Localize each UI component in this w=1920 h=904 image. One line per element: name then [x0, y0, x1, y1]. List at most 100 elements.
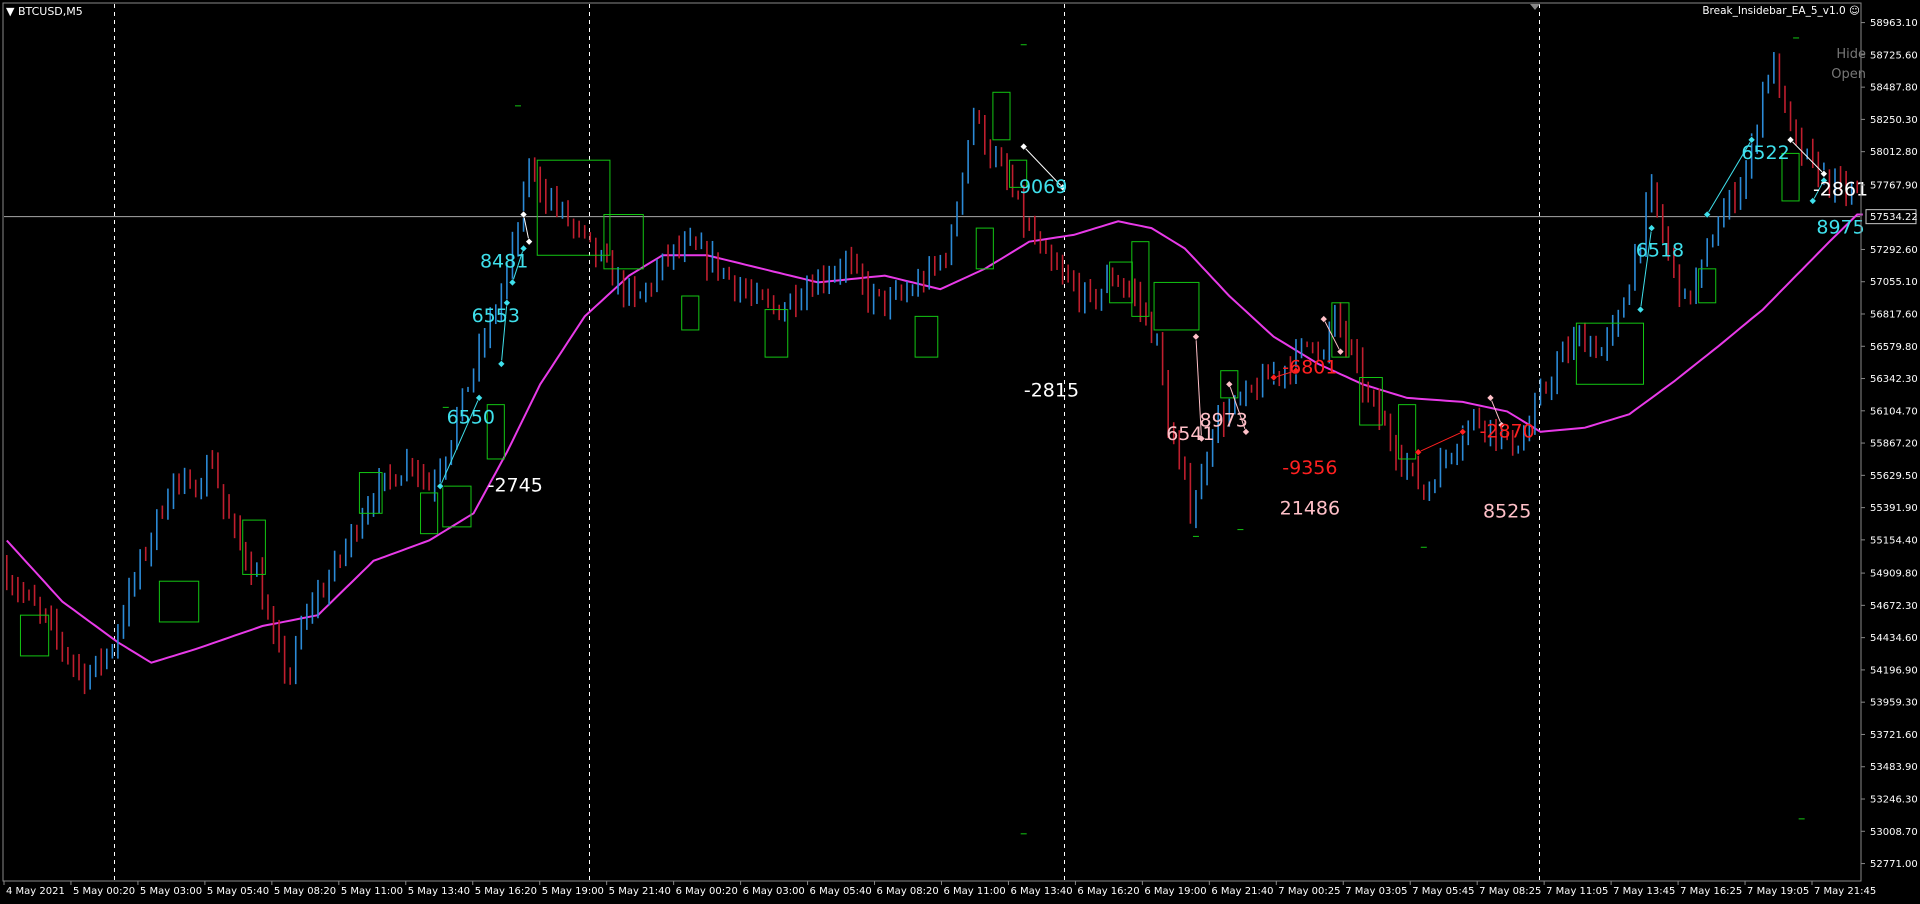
- dropdown-triangle-icon[interactable]: ▼: [6, 5, 14, 18]
- time-tick-label: 5 May 19:00: [542, 886, 604, 897]
- moving-average-layer: [6, 213, 1863, 664]
- price-tick-label: 57292.60: [1870, 245, 1918, 256]
- time-tick-label: 7 May 08:25: [1479, 886, 1541, 897]
- price-tick-label: 54672.30: [1870, 601, 1918, 612]
- trade-profit-label: 8973: [1200, 409, 1248, 431]
- trade-profit-label: -2745: [488, 475, 543, 497]
- inside-bar-box: [1575, 322, 1645, 385]
- trade-profit-label: 21486: [1280, 498, 1340, 520]
- ea-name: Break_Insidebar_EA_5_v1.0: [1702, 5, 1846, 17]
- trade-profit-label: -2870: [1480, 420, 1535, 442]
- inside-bar-box: [975, 227, 994, 270]
- open-button[interactable]: Open: [1831, 67, 1866, 82]
- price-tick-label: 55629.50: [1870, 471, 1918, 482]
- price-tick-label: 58250.30: [1870, 115, 1918, 126]
- time-tick-label: 6 May 03:00: [743, 886, 805, 897]
- time-tick-label: 5 May 08:20: [274, 886, 336, 897]
- time-tick-label: 5 May 03:00: [140, 886, 202, 897]
- price-tick-label: 53483.90: [1870, 762, 1918, 773]
- trade-profit-label: 6518: [1636, 240, 1684, 262]
- price-tick-label: 58725.60: [1870, 50, 1918, 61]
- price-tick-label: 53246.30: [1870, 795, 1918, 806]
- hide-button[interactable]: Hide: [1836, 47, 1866, 62]
- inside-bar-box: [158, 580, 200, 623]
- price-tick-label: 54196.90: [1870, 665, 1918, 676]
- inside-bar-box: [536, 159, 611, 256]
- candles-layer: [5, 52, 1859, 695]
- time-tick-label: 7 May 16:25: [1680, 886, 1742, 897]
- trade-marker: [1192, 332, 1200, 341]
- time-tick-label: 4 May 2021: [6, 886, 65, 897]
- expert-advisor-label[interactable]: Break_Insidebar_EA_5_v1.0 ☺: [1702, 5, 1860, 17]
- time-tick-label: 5 May 16:20: [475, 886, 537, 897]
- price-tick-label: 55391.90: [1870, 503, 1918, 514]
- current-price-label: 57534.22: [1870, 212, 1918, 223]
- price-tick-label: 58487.80: [1870, 83, 1918, 94]
- price-chart[interactable]: 848165536550-27459069-281565418973-6801-…: [0, 0, 1920, 900]
- inside-bar-boxes-layer: [19, 91, 1800, 657]
- trade-marker: [1486, 393, 1495, 402]
- trade-marker: [1319, 315, 1328, 323]
- time-tick-label: 7 May 11:05: [1546, 886, 1608, 897]
- smile-icon: ☺: [1849, 5, 1860, 17]
- time-tick-label: 6 May 16:20: [1077, 886, 1139, 897]
- grid-layer: [2, 2, 1862, 882]
- inside-bar-box: [1153, 281, 1200, 331]
- trade-marker: [1647, 224, 1656, 232]
- trade-marker: [475, 393, 484, 402]
- symbol-text: BTCUSD,M5: [17, 5, 83, 18]
- time-tick-label: 6 May 13:40: [1010, 886, 1072, 897]
- price-tick-label: 54434.60: [1870, 633, 1918, 644]
- trade-marker: [1225, 380, 1234, 389]
- trade-profit-label: 8525: [1483, 500, 1531, 522]
- trade-profit-label: 8975: [1816, 217, 1864, 239]
- price-tick-label: 56342.30: [1870, 374, 1918, 385]
- price-tick-label: 58012.80: [1870, 147, 1918, 158]
- time-tick-label: 6 May 08:20: [877, 886, 939, 897]
- inside-bar-box: [681, 295, 700, 331]
- price-tick-label: 55867.20: [1870, 439, 1918, 450]
- time-tick-label: 7 May 00:25: [1278, 886, 1340, 897]
- trade-profit-label: -6801: [1282, 356, 1337, 378]
- price-tick-label: 54909.80: [1870, 569, 1918, 580]
- symbol-title[interactable]: ▼ BTCUSD,M5: [6, 5, 83, 18]
- axis-layer: 58963.10 58725.60 58487.80 58250.30 58012.80…: [3, 4, 1918, 897]
- trade-marker: [525, 237, 534, 246]
- trade-marker: [508, 278, 517, 287]
- moving-average-line: [6, 213, 1863, 664]
- price-tick-label: 57767.90: [1870, 180, 1918, 191]
- inside-bar-box: [442, 485, 472, 528]
- trade-profit-label: -2815: [1024, 380, 1079, 402]
- inside-bar-box: [914, 315, 939, 358]
- trade-profit-label: 6550: [447, 407, 495, 429]
- time-tick-label: 6 May 11:00: [943, 886, 1005, 897]
- trade-profit-label: 6553: [472, 305, 520, 327]
- scroll-marker-icon[interactable]: [1530, 4, 1540, 10]
- inside-bar-box: [19, 614, 50, 657]
- time-tick-label: 5 May 13:40: [408, 886, 470, 897]
- trade-profit-label: 8481: [480, 251, 528, 273]
- chart-area[interactable]: 8481 6553 6550 -2745 9069 -2815 6541 8973 -6801-…: [0, 0, 1920, 900]
- price-tick-label: 53008.70: [1870, 827, 1918, 838]
- trade-profit-label: 6522: [1741, 142, 1789, 164]
- trade-marker: [497, 360, 506, 368]
- trade-profit-label: -2861: [1813, 179, 1868, 201]
- time-tick-label: 7 May 03:05: [1345, 886, 1407, 897]
- time-tick-label: 6 May 21:40: [1211, 886, 1273, 897]
- trade-line: [523, 214, 530, 242]
- inside-bar-box: [992, 91, 1011, 141]
- time-tick-label: 6 May 05:40: [810, 886, 872, 897]
- price-tick-label: 56817.60: [1870, 309, 1918, 320]
- time-tick-label: 7 May 21:45: [1814, 886, 1876, 897]
- price-tick-label: 58963.10: [1870, 18, 1918, 29]
- trade-marker: [1458, 427, 1467, 436]
- price-tick-label: 53721.60: [1870, 730, 1918, 741]
- time-tick-label: 7 May 19:05: [1747, 886, 1809, 897]
- time-tick-label: 7 May 13:45: [1613, 886, 1675, 897]
- price-tick-label: 55154.40: [1870, 535, 1918, 546]
- price-tick-label: 52771.00: [1870, 859, 1918, 870]
- time-tick-label: 5 May 21:40: [609, 886, 671, 897]
- price-tick-label: 56579.80: [1870, 342, 1918, 353]
- annotation-layer: 848165536550-27459069-281565418973-6801-…: [447, 142, 1869, 523]
- trade-profit-label: 9069: [1019, 176, 1067, 198]
